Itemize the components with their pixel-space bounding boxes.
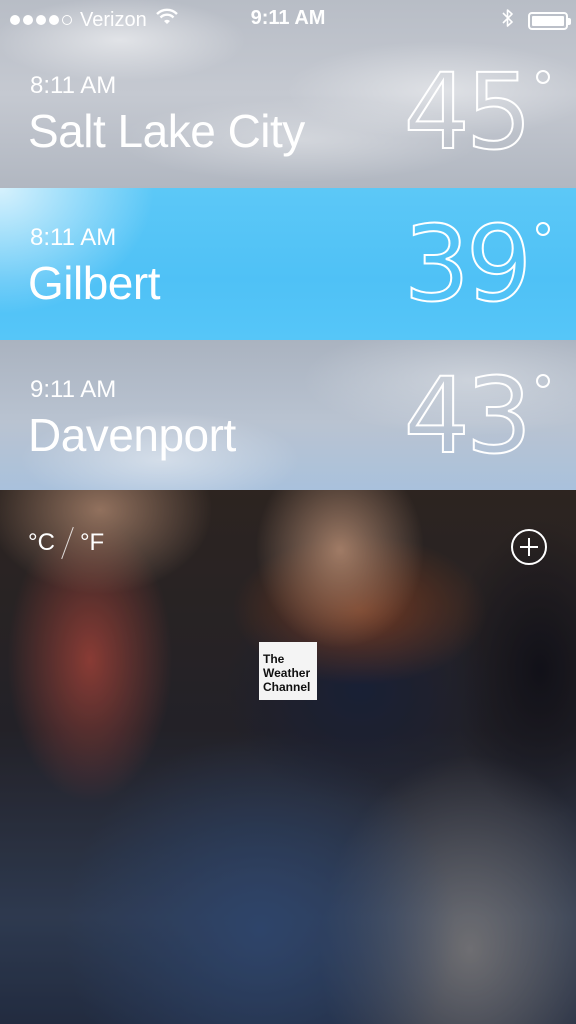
status-bar-time: 9:11 AM xyxy=(250,7,326,29)
bluetooth-icon xyxy=(502,8,514,34)
plus-circle-icon xyxy=(511,529,547,565)
degree-icon xyxy=(536,222,550,236)
city-temperature: 43 xyxy=(356,340,576,490)
unit-separator xyxy=(61,526,74,560)
city-name: Davenport xyxy=(28,409,236,461)
fahrenheit-option[interactable]: °F xyxy=(80,529,104,557)
weather-channel-logo[interactable]: The Weather Channel xyxy=(259,642,317,700)
logo-line-2: Weather xyxy=(263,666,311,680)
city-name: Gilbert xyxy=(28,257,160,309)
temperature-value: 45 xyxy=(403,50,533,174)
city-temperature: 39 xyxy=(356,188,576,340)
city-temperature: 45 xyxy=(356,36,576,188)
background-photo-overlay xyxy=(0,490,576,1024)
status-bar-right xyxy=(502,8,571,34)
city-row-davenport[interactable]: 9:11 AM Davenport 43 xyxy=(0,340,576,490)
city-local-time: 8:11 AM xyxy=(30,224,117,251)
city-row-gilbert[interactable]: 8:11 AM Gilbert 39 xyxy=(0,188,576,340)
unit-toggle[interactable]: °C °F xyxy=(28,526,104,560)
city-local-time: 9:11 AM xyxy=(30,376,117,403)
temperature-value: 39 xyxy=(403,202,533,326)
temperature-value: 43 xyxy=(403,354,533,478)
degree-icon xyxy=(536,70,550,84)
weather-app-screen: Verizon 9:11 AM 8:11 AM Salt Lake City 4… xyxy=(0,0,576,1024)
add-city-button[interactable] xyxy=(510,528,548,566)
battery-icon xyxy=(528,12,571,30)
logo-line-3: Channel xyxy=(263,680,311,694)
city-local-time: 8:11 AM xyxy=(30,72,117,99)
status-bar: Verizon 9:11 AM xyxy=(0,0,576,38)
degree-icon xyxy=(536,374,550,388)
city-name: Salt Lake City xyxy=(28,105,305,157)
celsius-option[interactable]: °C xyxy=(28,529,55,557)
logo-line-1: The xyxy=(263,652,285,666)
